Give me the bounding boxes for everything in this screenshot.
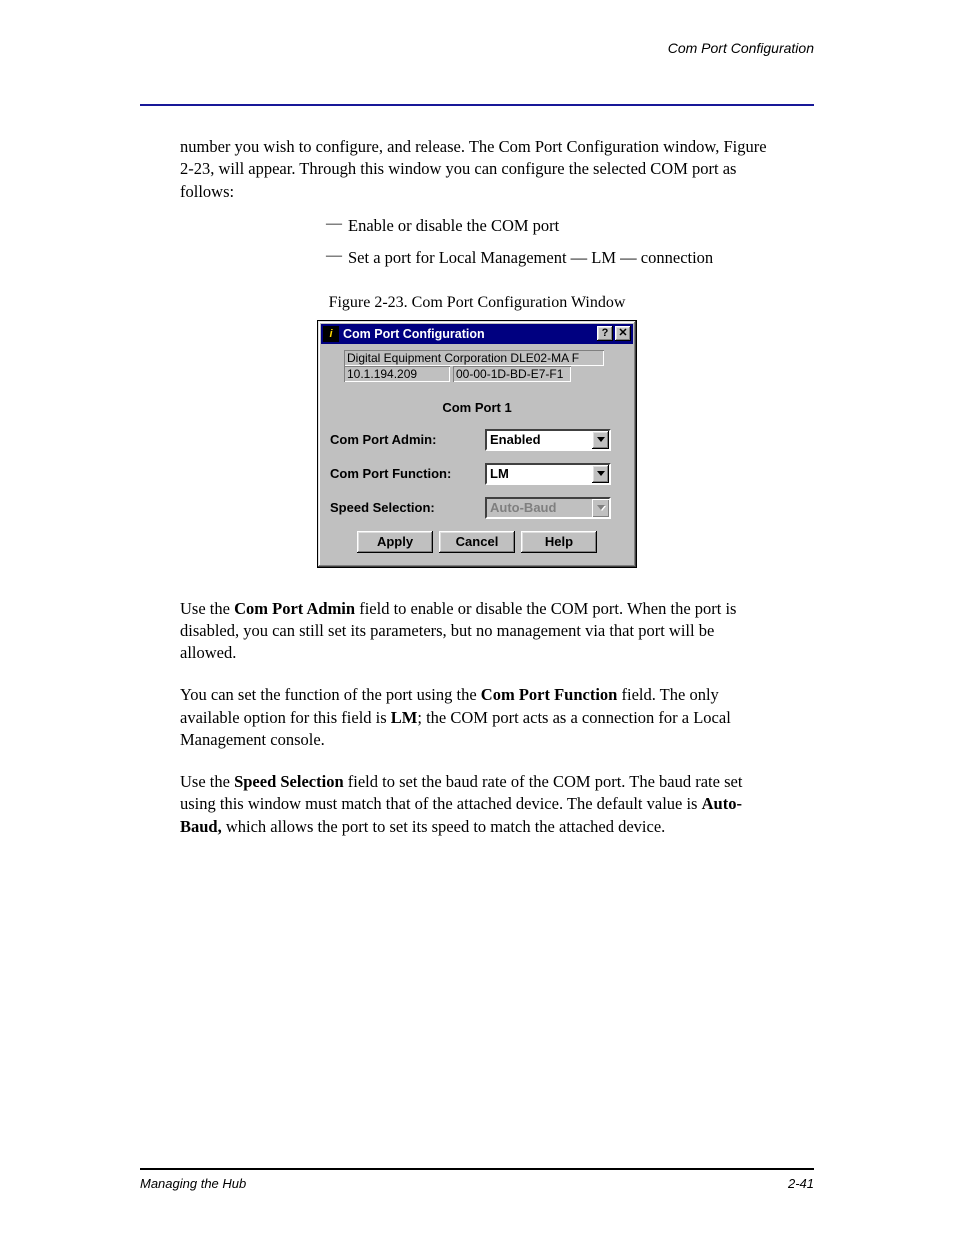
dash-bullet: — bbox=[320, 213, 348, 235]
admin-dropdown-button[interactable] bbox=[592, 431, 609, 449]
section-title: Com Port 1 bbox=[326, 400, 628, 415]
speed-label: Speed Selection: bbox=[330, 500, 485, 515]
text-run: Use the bbox=[180, 599, 234, 618]
device-info-row: Digital Equipment Corporation DLE02-MA F… bbox=[344, 350, 628, 384]
speed-row: Speed Selection: Auto-Baud bbox=[326, 497, 628, 519]
apply-button[interactable]: Apply bbox=[357, 531, 433, 553]
mac-address-field: 00-00-1D-BD-E7-F1 bbox=[453, 366, 571, 382]
admin-value: Enabled bbox=[487, 432, 592, 447]
function-select[interactable]: LM bbox=[485, 463, 611, 485]
text-bold: Com Port Admin bbox=[234, 599, 355, 618]
text-run: You can set the function of the port usi… bbox=[180, 685, 481, 704]
admin-select[interactable]: Enabled bbox=[485, 429, 611, 451]
footer-left: Managing the Hub bbox=[140, 1176, 246, 1191]
chevron-down-icon bbox=[597, 505, 605, 510]
com-port-config-dialog: i Com Port Configuration ? ✕ Digital Equ… bbox=[317, 320, 637, 568]
footer-right: 2-41 bbox=[246, 1176, 814, 1191]
chevron-down-icon bbox=[597, 471, 605, 476]
list-item-text: Enable or disable the COM port bbox=[348, 213, 774, 239]
speed-value: Auto-Baud bbox=[487, 500, 592, 515]
text-run: which allows the port to set its speed t… bbox=[222, 817, 666, 836]
page: Com Port Configuration number you wish t… bbox=[0, 0, 954, 1235]
header-rule bbox=[140, 104, 814, 106]
figure-caption: Figure 2-23. Com Port Configuration Wind… bbox=[0, 294, 954, 312]
body-paragraphs: Use the Com Port Admin field to enable o… bbox=[180, 598, 774, 838]
paragraph: You can set the function of the port usi… bbox=[180, 684, 774, 751]
titlebar[interactable]: i Com Port Configuration ? ✕ bbox=[321, 324, 633, 344]
intro-paragraph: number you wish to configure, and releas… bbox=[180, 136, 774, 203]
page-footer: Managing the Hub 2-41 bbox=[140, 1168, 814, 1191]
cancel-button[interactable]: Cancel bbox=[439, 531, 515, 553]
list-item-text: Set a port for Local Management — LM — c… bbox=[348, 245, 774, 271]
dialog-button-row: Apply Cancel Help bbox=[326, 531, 628, 553]
close-button[interactable]: ✕ bbox=[615, 326, 631, 341]
chevron-down-icon bbox=[597, 437, 605, 442]
figure-image: i Com Port Configuration ? ✕ Digital Equ… bbox=[0, 320, 954, 568]
header-section-title: Com Port Configuration bbox=[668, 40, 814, 56]
speed-select: Auto-Baud bbox=[485, 497, 611, 519]
text-bold: Speed Selection bbox=[234, 772, 344, 791]
window-title: Com Port Configuration bbox=[343, 327, 595, 341]
text-run: Use the bbox=[180, 772, 234, 791]
dialog-body: Digital Equipment Corporation DLE02-MA F… bbox=[318, 346, 636, 567]
text-bold: LM bbox=[391, 708, 418, 727]
device-name-field: Digital Equipment Corporation DLE02-MA F bbox=[344, 350, 604, 366]
help-button[interactable]: ? bbox=[597, 326, 613, 341]
list-item: — Enable or disable the COM port bbox=[320, 213, 774, 239]
speed-dropdown-button bbox=[592, 499, 609, 517]
function-value: LM bbox=[487, 466, 592, 481]
function-label: Com Port Function: bbox=[330, 466, 485, 481]
dash-bullet: — bbox=[320, 245, 348, 267]
help-text-button[interactable]: Help bbox=[521, 531, 597, 553]
page-header: Com Port Configuration bbox=[140, 40, 814, 100]
function-row: Com Port Function: LM bbox=[326, 463, 628, 485]
text-bold: Com Port Function bbox=[481, 685, 618, 704]
list-item: — Set a port for Local Management — LM —… bbox=[320, 245, 774, 271]
paragraph: Use the Speed Selection field to set the… bbox=[180, 771, 774, 838]
ip-address-field: 10.1.194.209 bbox=[344, 366, 450, 382]
admin-row: Com Port Admin: Enabled bbox=[326, 429, 628, 451]
admin-label: Com Port Admin: bbox=[330, 432, 485, 447]
app-icon: i bbox=[323, 326, 339, 342]
close-icon: ✕ bbox=[618, 328, 627, 339]
bullet-list: — Enable or disable the COM port — Set a… bbox=[320, 213, 774, 272]
paragraph: Use the Com Port Admin field to enable o… bbox=[180, 598, 774, 665]
function-dropdown-button[interactable] bbox=[592, 465, 609, 483]
